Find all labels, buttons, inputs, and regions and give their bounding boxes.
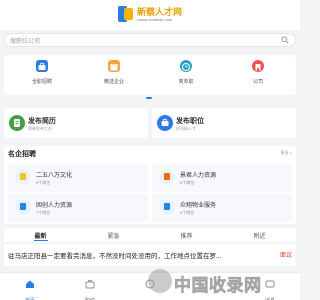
watermark-logo-icon [148,269,172,293]
home-icon [26,280,34,288]
company-card[interactable]: 景君人力资源 0个岗位 [152,164,292,192]
featured-companies-header: 名企招聘 更多 > [4,146,296,160]
company-job-count: 7个岗位 [36,210,51,215]
more-link[interactable]: 更多 > [281,150,292,156]
search-input[interactable]: 搜职位公司 [4,33,296,47]
top-bar: 新蔡人才网 xincai.bmdirclp.com [0,0,300,30]
tab-nearby[interactable]: 附近 [223,231,296,240]
post-job-icon [157,115,173,131]
section-title: 名企招聘 [8,151,36,158]
company-name: 固创人力资源 [36,203,73,209]
logo-mark-icon [118,6,134,22]
quick-nav-label: 简单职 [178,79,194,85]
job-salary: 面议 [279,253,292,259]
quick-nav-parttime[interactable]: 简单职 [166,60,206,90]
job-tabs: 最新 紧急 推荐 附近 [4,228,296,242]
post-resume-card[interactable]: 发布简历 简单发布工作 [4,108,148,138]
tab-recommended[interactable]: 推荐 [150,231,223,240]
quick-nav-company[interactable]: 公司 [238,60,278,90]
tab-urgent[interactable]: 紧急 [77,231,150,240]
site-logo[interactable]: 新蔡人才网 xincai.bmdirclp.com [118,6,182,22]
watermark: 中国收录网 [148,268,272,296]
quick-nav-label: 全职招聘 [31,79,52,85]
card-title: 发布职位 [176,118,204,125]
quick-nav-label: 精选企业 [103,79,124,85]
carousel-indicator [146,97,152,99]
job-list-item[interactable]: 驻马店正阳县一定要看完消息，不然没时间处没用的，工作地点位置在罗... 面议 [4,244,296,266]
tab-latest[interactable]: 最新 [4,231,77,240]
company-job-count: 0个岗位 [36,180,51,185]
quick-nav-label: 公司 [252,79,263,85]
nav-home[interactable]: 首页 [10,276,50,300]
company-card[interactable]: 二五八万文化 0个岗位 [8,164,148,192]
company-card[interactable]: 众翔物业服务 0个岗位 [152,194,292,222]
quick-nav-companies[interactable]: 精选企业 [94,60,134,90]
briefcase-icon [36,60,48,72]
active-tab-indicator [34,240,48,241]
clock-icon [180,60,192,72]
card-subtitle: 简单发布工作 [28,126,52,131]
building-icon [252,60,264,72]
quick-nav: 全职招聘 精选企业 简单职 公司 [4,55,296,99]
nav-jobs[interactable]: 职位 [70,276,110,300]
logo-name: 新蔡人才网 [137,6,183,17]
post-job-card[interactable]: 发布职位 招贤纳人才 [152,108,296,138]
store-icon [108,60,120,72]
quick-nav-fulltime[interactable]: 全职招聘 [22,60,62,90]
company-logo-icon [160,200,174,214]
company-name: 景君人力资源 [180,173,217,179]
company-logo-icon [16,200,30,214]
resume-icon [9,115,25,131]
card-title: 发布简历 [28,118,56,125]
briefcase-icon [85,280,95,289]
search-placeholder: 搜职位公司 [10,39,41,45]
company-name: 众翔物业服务 [180,203,217,209]
company-job-count: 0个岗位 [180,210,195,215]
company-logo-icon [160,170,174,184]
logo-domain: xincai.bmdirclp.com [137,16,173,22]
company-job-count: 0个岗位 [180,180,195,185]
search-icon[interactable] [281,36,289,44]
company-name: 二五八万文化 [36,173,73,179]
watermark-text: 中国收录网 [174,276,262,296]
company-logo-icon [16,170,30,184]
featured-companies: 二五八万文化 0个岗位 景君人力资源 0个岗位 固创人力资源 7个岗位 众翔物业… [4,160,296,224]
card-subtitle: 招贤纳人才 [176,126,196,131]
job-title: 驻马店正阳县一定要看完消息，不然没时间处没用的，工作地点位置在罗... [8,253,222,260]
company-card[interactable]: 固创人力资源 7个岗位 [8,194,148,222]
